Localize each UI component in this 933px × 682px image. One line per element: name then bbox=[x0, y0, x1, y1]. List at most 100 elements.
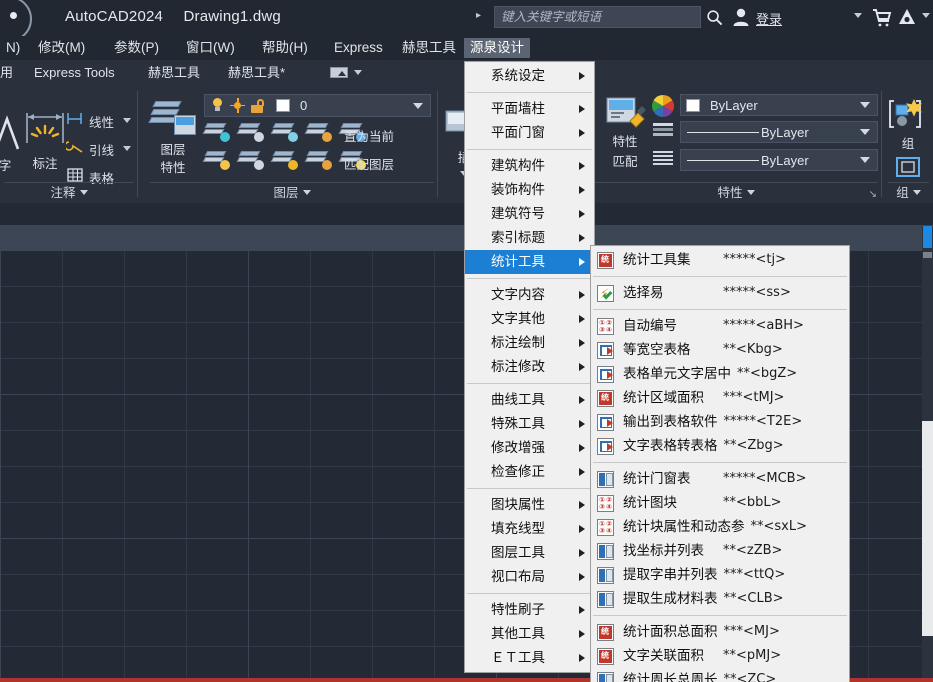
notification-icon[interactable] bbox=[897, 7, 917, 27]
vertical-scrollbar-marker[interactable] bbox=[923, 252, 932, 258]
vertical-scrollbar[interactable] bbox=[922, 226, 933, 678]
menubar-item-4[interactable]: 帮助(H) bbox=[256, 38, 314, 58]
dimension-tool-icon[interactable] bbox=[24, 107, 66, 153]
submenu-item-文字关联面积[interactable]: 统文字关联面积 **<pMJ> bbox=[591, 644, 849, 668]
layer-unlock-icon[interactable] bbox=[251, 98, 264, 113]
submenu-item-选择易[interactable]: ⚡ 选择易 *****<ss> bbox=[591, 281, 849, 305]
menu-item-特殊工具[interactable]: 特殊工具 bbox=[465, 412, 594, 436]
layer-on-icon[interactable] bbox=[211, 98, 224, 113]
menu-item-装饰构件[interactable]: 装饰构件 bbox=[465, 178, 594, 202]
menu-item-ＥＴ工具[interactable]: ＥＴ工具 bbox=[465, 646, 594, 670]
lineweight-icon[interactable] bbox=[653, 151, 673, 167]
login-link[interactable]: 登录 bbox=[756, 9, 782, 28]
panel-title-properties[interactable]: 特性 bbox=[590, 182, 882, 201]
table-icon[interactable] bbox=[66, 167, 84, 183]
menu-item-文字内容[interactable]: 文字内容 bbox=[465, 283, 594, 307]
ribbon-tab-2[interactable]: 赫思工具 bbox=[148, 62, 200, 83]
submenu-item-统计区域面积[interactable]: 统统计区域面积 ***<tMJ> bbox=[591, 386, 849, 410]
layer-quick-button-layer-row2-2[interactable] bbox=[270, 149, 300, 171]
linetype-icon[interactable] bbox=[653, 123, 673, 139]
vertical-scrollbar-thumb[interactable] bbox=[923, 226, 932, 248]
submenu-item-统计工具集[interactable]: 统统计工具集 *****<tj> bbox=[591, 248, 849, 272]
set-current-layer-label[interactable]: 置为当前 bbox=[344, 126, 394, 145]
menu-item-检查修正[interactable]: 检查修正 bbox=[465, 460, 594, 484]
linetype-select[interactable]: ByLayer bbox=[680, 121, 878, 143]
chevron-down-icon[interactable] bbox=[854, 13, 862, 18]
linear-dim-icon[interactable] bbox=[66, 111, 84, 127]
chevron-down-icon-2[interactable] bbox=[922, 13, 930, 18]
submenu-item-统计图块[interactable]: ① ② ③ ④ 统计图块 **<bbL> bbox=[591, 491, 849, 515]
layer-quick-button-layer-row1-1[interactable] bbox=[236, 121, 266, 143]
submenu-item-统计面积总面积[interactable]: 统统计面积总面积 ***<MJ> bbox=[591, 620, 849, 644]
leader-dim-caret-icon[interactable] bbox=[123, 146, 131, 151]
ribbon-minimize-icon[interactable] bbox=[330, 67, 348, 78]
submenu-item-自动编号[interactable]: ① ② ③ ④ 自动编号 *****<aBH> bbox=[591, 314, 849, 338]
ribbon-tab-0[interactable]: 用 bbox=[0, 62, 13, 83]
menu-item-建筑符号[interactable]: 建筑符号 bbox=[465, 202, 594, 226]
search-input[interactable] bbox=[495, 7, 700, 27]
menu-popup-yuanquan-design[interactable]: 系统设定 平面墙柱 平面门窗 建筑构件 装饰构件 建筑符号 索引标题 统计工具 文字内容 文字其他… bbox=[464, 61, 595, 673]
leader-dim-label[interactable]: 引线 bbox=[89, 140, 114, 159]
submenu-item-找坐标并列表[interactable]: 找坐标并列表 **<zZB> bbox=[591, 539, 849, 563]
layer-select-caret-icon[interactable] bbox=[413, 102, 423, 109]
menu-item-文字其他[interactable]: 文字其他 bbox=[465, 307, 594, 331]
vertical-scrollbar-track-light[interactable] bbox=[922, 421, 933, 636]
layer-quick-button-layer-row1-0[interactable] bbox=[202, 121, 232, 143]
text-tool-icon[interactable] bbox=[0, 109, 24, 155]
menu-item-建筑构件[interactable]: 建筑构件 bbox=[465, 154, 594, 178]
submenu-item-统计块属性和动态参[interactable]: ① ② ③ ④ 统计块属性和动态参 **<sxL> bbox=[591, 515, 849, 539]
menu-item-标注修改[interactable]: 标注修改 bbox=[465, 355, 594, 379]
linear-dim-label[interactable]: 线性 bbox=[89, 112, 114, 131]
submenu-item-等宽空表格[interactable]: 等宽空表格 **<Kbg> bbox=[591, 338, 849, 362]
submenu-statistics-tools[interactable]: 统统计工具集 *****<tj> ⚡ 选择易 *****<ss> ① ② ③ ④ 自动编号 ****… bbox=[590, 245, 850, 682]
menubar-item-7[interactable]: 源泉设计 bbox=[464, 38, 530, 58]
properties-dialog-launcher[interactable]: ↘ bbox=[869, 189, 877, 200]
layer-quick-button-layer-row2-1[interactable] bbox=[236, 149, 266, 171]
layer-quick-button-layer-row1-3[interactable] bbox=[304, 121, 334, 143]
match-layer-label[interactable]: 匹配图层 bbox=[344, 154, 394, 173]
menu-item-填充线型[interactable]: 填充线型 bbox=[465, 517, 594, 541]
menu-item-平面门窗[interactable]: 平面门窗 bbox=[465, 121, 594, 145]
menubar-item-0[interactable]: N) bbox=[0, 38, 26, 58]
menu-item-其他工具[interactable]: 其他工具 bbox=[465, 622, 594, 646]
submenu-item-表格单元文字居中[interactable]: 表格单元文字居中 **<bgZ> bbox=[591, 362, 849, 386]
menu-item-特性刷子[interactable]: 特性刷子 bbox=[465, 598, 594, 622]
object-color-caret-icon[interactable] bbox=[860, 102, 870, 108]
menu-item-曲线工具[interactable]: 曲线工具 bbox=[465, 388, 594, 412]
linetype-caret-icon[interactable] bbox=[860, 129, 870, 135]
submenu-item-文字表格转表格[interactable]: 文字表格转表格 **<Zbg> bbox=[591, 434, 849, 458]
panel-title-annotation[interactable]: 注释 bbox=[0, 182, 138, 201]
layer-select[interactable]: 0 bbox=[204, 94, 431, 117]
layer-quick-button-layer-row2-3[interactable] bbox=[304, 149, 334, 171]
cart-icon[interactable] bbox=[872, 8, 892, 28]
match-properties-icon[interactable] bbox=[604, 95, 648, 135]
layer-quick-button-layer-row2-0[interactable] bbox=[202, 149, 232, 171]
object-color-select[interactable]: ByLayer bbox=[680, 94, 878, 116]
panel-title-groups[interactable]: 组 bbox=[884, 182, 933, 201]
layer-properties-icon[interactable] bbox=[148, 99, 196, 139]
submenu-item-统计周长总周长[interactable]: 统计周长总周长 **<ZC> bbox=[591, 668, 849, 682]
menubar-item-3[interactable]: 窗口(W) bbox=[180, 38, 241, 58]
linear-dim-caret-icon[interactable] bbox=[123, 118, 131, 123]
leader-dim-icon[interactable] bbox=[66, 139, 84, 155]
menubar-item-6[interactable]: 赫思工具 bbox=[396, 38, 462, 58]
group-edit-icon[interactable] bbox=[894, 155, 922, 179]
menubar-item-5[interactable]: Express bbox=[328, 38, 389, 58]
menu-item-标注绘制[interactable]: 标注绘制 bbox=[465, 331, 594, 355]
menu-item-图块属性[interactable]: 图块属性 bbox=[465, 493, 594, 517]
submenu-item-提取生成材料表[interactable]: 提取生成材料表 **<CLB> bbox=[591, 587, 849, 611]
submenu-item-统计门窗表[interactable]: 统计门窗表 *****<MCB> bbox=[591, 467, 849, 491]
ribbon-tab-1[interactable]: Express Tools bbox=[34, 62, 115, 83]
ribbon-minimize-caret-icon[interactable] bbox=[354, 70, 362, 75]
quick-access-expand-icon[interactable]: ▸ bbox=[476, 10, 481, 21]
menu-item-平面墙柱[interactable]: 平面墙柱 bbox=[465, 97, 594, 121]
search-input-wrapper[interactable] bbox=[494, 6, 701, 28]
search-icon[interactable] bbox=[706, 9, 723, 26]
lineweight-select[interactable]: ByLayer bbox=[680, 149, 878, 171]
menu-item-统计工具[interactable]: 统计工具 bbox=[465, 250, 594, 274]
menu-item-系统设定[interactable]: 系统设定 bbox=[465, 64, 594, 88]
object-color-icon[interactable] bbox=[652, 95, 674, 117]
submenu-item-输出到表格软件[interactable]: 输出到表格软件 *****<T2E> bbox=[591, 410, 849, 434]
menu-item-修改增强[interactable]: 修改增强 bbox=[465, 436, 594, 460]
layer-thaw-icon[interactable] bbox=[230, 98, 245, 113]
